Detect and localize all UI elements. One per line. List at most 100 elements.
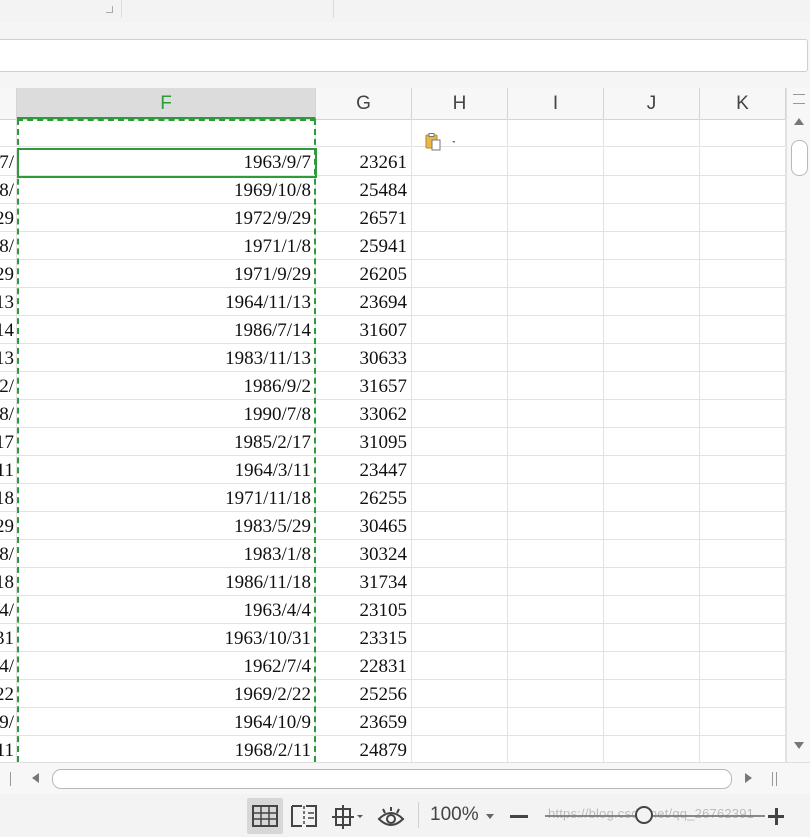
cell-g[interactable]: 24879 <box>316 736 412 762</box>
cell-i[interactable] <box>508 204 604 232</box>
cell-j[interactable] <box>604 680 700 708</box>
cell-k[interactable] <box>700 568 786 596</box>
formula-input[interactable] <box>0 39 808 72</box>
cell-e[interactable]: 14 <box>0 316 17 344</box>
cell-f[interactable]: 1971/1/8 <box>17 232 316 260</box>
cell-e[interactable]: 18 <box>0 484 17 512</box>
cell-k[interactable] <box>700 512 786 540</box>
vertical-scroll-thumb[interactable] <box>791 140 808 176</box>
cell-f[interactable]: 1986/7/14 <box>17 316 316 344</box>
cell-g[interactable]: 26571 <box>316 204 412 232</box>
cell-f[interactable]: 1971/11/18 <box>17 484 316 512</box>
cell-i[interactable] <box>508 568 604 596</box>
scroll-left-icon[interactable] <box>32 773 39 783</box>
cell-f[interactable]: 1964/10/9 <box>17 708 316 736</box>
split-grip-icon[interactable] <box>10 772 11 786</box>
cell-g[interactable]: 33062 <box>316 400 412 428</box>
cell-f[interactable]: 1972/9/29 <box>17 204 316 232</box>
cell-e[interactable]: /2 <box>0 372 17 400</box>
cell-g[interactable]: 26205 <box>316 260 412 288</box>
cell-k[interactable] <box>700 260 786 288</box>
cell-e[interactable]: 13 <box>0 288 17 316</box>
zoom-level[interactable]: 100% <box>430 804 479 826</box>
cell-h[interactable] <box>412 232 508 260</box>
cell-g[interactable]: 25484 <box>316 176 412 204</box>
cell-h[interactable] <box>412 680 508 708</box>
cell-f[interactable]: 1964/3/11 <box>17 456 316 484</box>
cell-j[interactable] <box>604 484 700 512</box>
cell-j[interactable] <box>604 624 700 652</box>
cell-j[interactable] <box>604 540 700 568</box>
cell-k[interactable] <box>700 596 786 624</box>
cell-j[interactable] <box>604 400 700 428</box>
cell-h[interactable] <box>412 512 508 540</box>
cell-h[interactable] <box>412 736 508 762</box>
cell-k[interactable] <box>700 372 786 400</box>
cell-j[interactable] <box>604 568 700 596</box>
cell-j[interactable] <box>604 260 700 288</box>
cell[interactable] <box>17 119 316 147</box>
cell-g[interactable]: 23694 <box>316 288 412 316</box>
cell-h[interactable] <box>412 288 508 316</box>
cell[interactable] <box>508 119 604 147</box>
cell-j[interactable] <box>604 148 700 176</box>
cell-g[interactable]: 23261 <box>316 148 412 176</box>
cell-f[interactable]: 1983/1/8 <box>17 540 316 568</box>
column-header-e-partial[interactable] <box>0 88 17 119</box>
cell-f[interactable]: 1971/9/29 <box>17 260 316 288</box>
cell-j[interactable] <box>604 372 700 400</box>
cell-i[interactable] <box>508 680 604 708</box>
cell-j[interactable] <box>604 512 700 540</box>
cell-h[interactable] <box>412 540 508 568</box>
cell-j[interactable] <box>604 428 700 456</box>
cell-f[interactable]: 1969/2/22 <box>17 680 316 708</box>
cell-g[interactable]: 25256 <box>316 680 412 708</box>
cell[interactable] <box>604 119 700 147</box>
cell-j[interactable] <box>604 652 700 680</box>
column-header-i[interactable]: I <box>508 88 604 119</box>
cell-f[interactable]: 1983/11/13 <box>17 344 316 372</box>
cell-j[interactable] <box>604 736 700 762</box>
cell-k[interactable] <box>700 540 786 568</box>
reading-mode-button[interactable] <box>325 798 367 834</box>
cell-e[interactable]: /4 <box>0 652 17 680</box>
cell-g[interactable]: 22831 <box>316 652 412 680</box>
dialog-launcher-icon[interactable] <box>106 6 113 13</box>
scroll-down-icon[interactable] <box>794 742 804 749</box>
cell-j[interactable] <box>604 288 700 316</box>
cell-f[interactable]: 1963/4/4 <box>17 596 316 624</box>
eye-protection-button[interactable] <box>372 798 408 834</box>
normal-view-button[interactable] <box>247 798 283 834</box>
cell-j[interactable] <box>604 176 700 204</box>
cell-h[interactable] <box>412 708 508 736</box>
cell-e[interactable]: 29 <box>0 512 17 540</box>
zoom-out-icon[interactable] <box>510 815 528 818</box>
scroll-up-icon[interactable] <box>794 118 804 125</box>
cell-i[interactable] <box>508 176 604 204</box>
cell-k[interactable] <box>700 652 786 680</box>
split-grip-icon[interactable] <box>772 772 773 786</box>
column-header-f[interactable]: F <box>17 88 316 119</box>
cell-k[interactable] <box>700 148 786 176</box>
cell-e[interactable]: /8 <box>0 176 17 204</box>
cell-k[interactable] <box>700 204 786 232</box>
cell-g[interactable]: 30465 <box>316 512 412 540</box>
cell-e[interactable]: 29 <box>0 260 17 288</box>
cell-i[interactable] <box>508 624 604 652</box>
cell-j[interactable] <box>604 708 700 736</box>
scroll-right-icon[interactable] <box>745 773 752 783</box>
cell-f[interactable]: 1969/10/8 <box>17 176 316 204</box>
cell-h[interactable] <box>412 624 508 652</box>
cell-g[interactable]: 31095 <box>316 428 412 456</box>
cell-h[interactable] <box>412 372 508 400</box>
cell-e[interactable]: 31 <box>0 624 17 652</box>
cell-h[interactable] <box>412 148 508 176</box>
cell-e[interactable]: 11 <box>0 736 17 762</box>
cell-h[interactable] <box>412 652 508 680</box>
cell-g[interactable]: 30633 <box>316 344 412 372</box>
cell-f[interactable]: 1985/2/17 <box>17 428 316 456</box>
cell-k[interactable] <box>700 288 786 316</box>
split-grip-icon[interactable] <box>793 94 805 104</box>
cell-g[interactable]: 31607 <box>316 316 412 344</box>
cell-h[interactable] <box>412 316 508 344</box>
